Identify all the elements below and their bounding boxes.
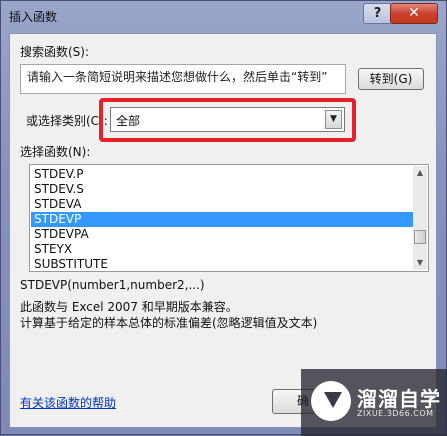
- watermark-subtitle: ZIXUE.3D66.COM: [357, 409, 434, 418]
- scroll-down-icon[interactable]: ▼: [413, 256, 427, 270]
- go-button[interactable]: 转到(G): [358, 68, 424, 90]
- list-item[interactable]: STDEVPA: [31, 227, 413, 242]
- title-bar[interactable]: 插入函数 ? ✕: [1, 1, 446, 31]
- list-item[interactable]: STDEV.S: [31, 182, 413, 197]
- function-list-label: 选择函数(N):: [20, 145, 91, 159]
- red-highlight-annotation: [99, 98, 356, 142]
- list-item-selected[interactable]: STDEVP: [31, 212, 413, 227]
- dialog-title: 插入函数: [9, 10, 58, 24]
- function-syntax: STDEVP(number1,number2,...): [20, 278, 205, 292]
- watermark-logo-icon: [311, 381, 351, 421]
- close-button[interactable]: ✕: [390, 3, 438, 24]
- search-label: 搜索函数(S):: [20, 45, 90, 59]
- function-list[interactable]: STDEV.P STDEV.S STDEVA STDEVP STDEVPA ST…: [29, 164, 429, 272]
- category-label: 或选择类别(C):: [26, 114, 108, 128]
- watermark-title: 溜溜自学: [357, 387, 441, 411]
- scroll-thumb[interactable]: [414, 230, 426, 244]
- function-compat-note: 此函数与 Excel 2007 和早期版本兼容。: [20, 300, 238, 314]
- scroll-up-icon[interactable]: ▲: [413, 166, 427, 180]
- function-help-link[interactable]: 有关该函数的帮助: [20, 394, 116, 411]
- list-scrollbar[interactable]: ▲ ▼: [413, 166, 427, 270]
- search-input[interactable]: 请输入一条简短说明来描述您想做什么，然后单击“转到”: [20, 64, 346, 94]
- watermark: 溜溜自学 ZIXUE.3D66.COM: [301, 369, 447, 436]
- list-item[interactable]: STEYX: [31, 242, 413, 257]
- function-description: 计算基于给定的样本总体的标准偏差(忽略逻辑值及文本): [20, 316, 318, 330]
- list-item[interactable]: SUBSTITUTE: [31, 257, 413, 271]
- help-button[interactable]: ?: [363, 3, 392, 24]
- insert-function-dialog: 插入函数 ? ✕ 搜索函数(S): 请输入一条简短说明来描述您想做什么，然后单击…: [0, 0, 447, 436]
- list-item[interactable]: STDEVA: [31, 197, 413, 212]
- list-item[interactable]: STDEV.P: [31, 167, 413, 182]
